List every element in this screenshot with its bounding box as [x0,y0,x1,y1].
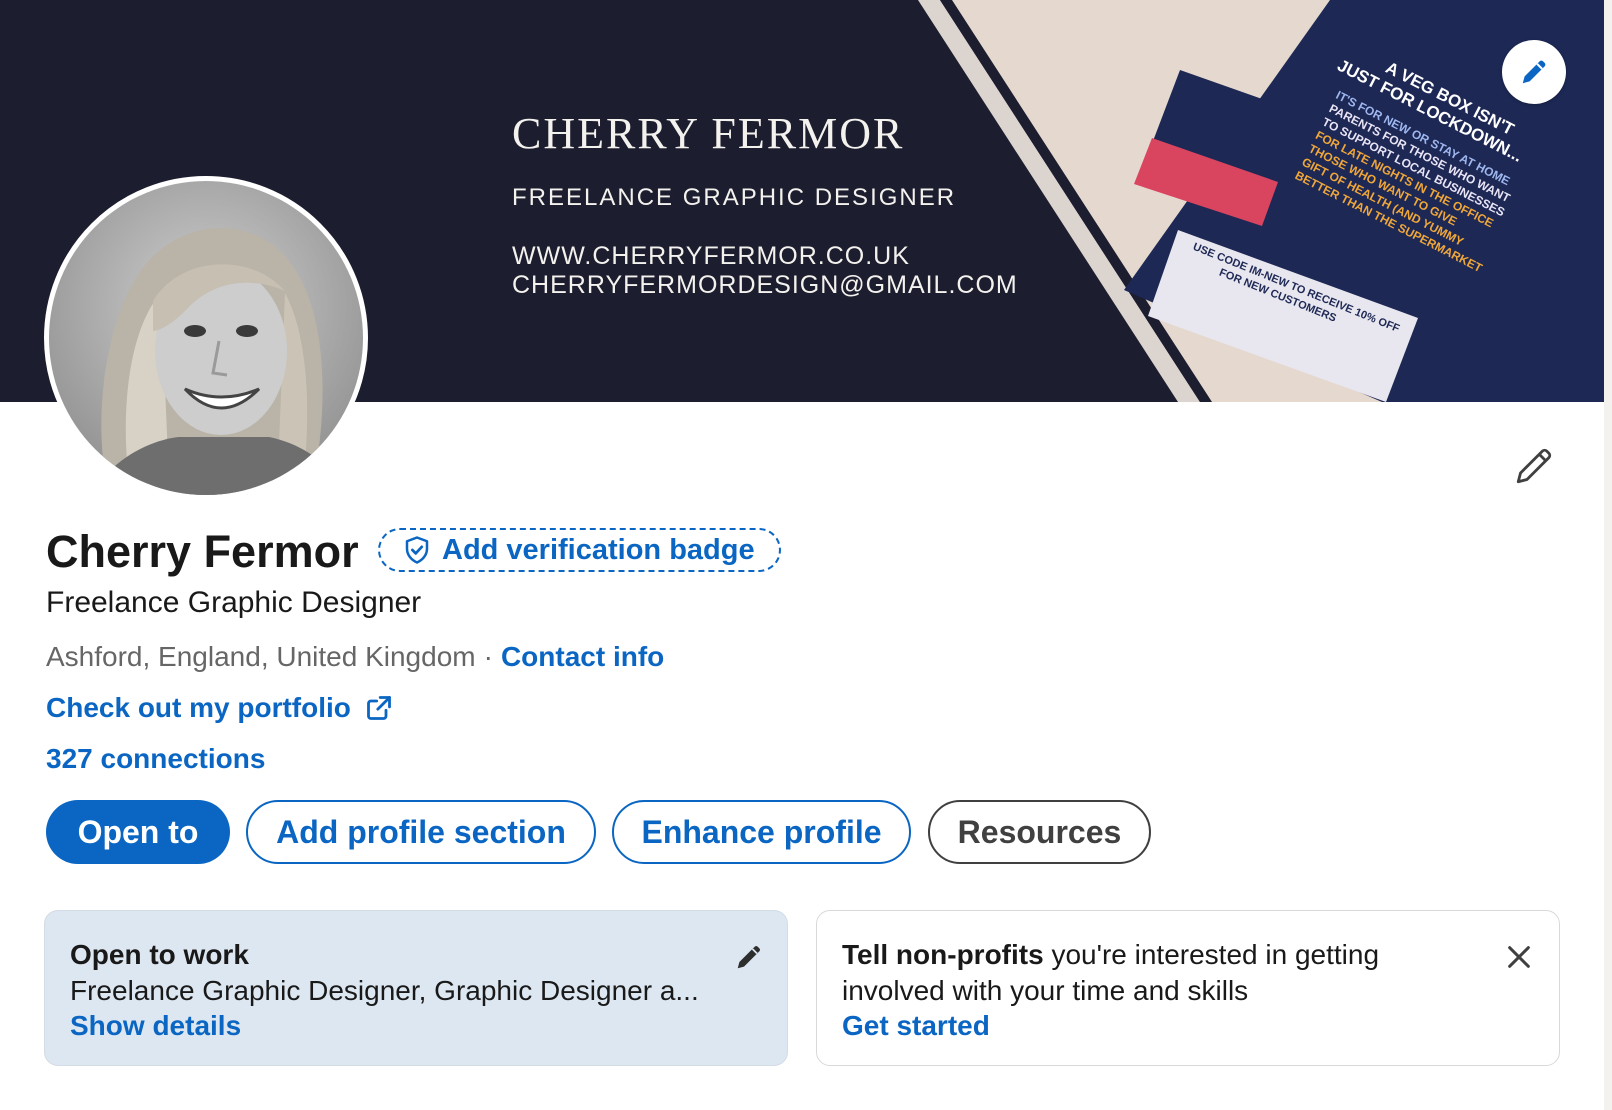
nonprofit-rest: you're interested in getting [1043,939,1380,970]
edit-intro-button[interactable] [1508,440,1560,492]
verification-label: Add verification badge [442,533,755,566]
separator-dot: · [483,641,493,672]
nonprofit-card: Tell non-profits you're interested in ge… [816,910,1560,1066]
banner-role-text: FREELANCE GRAPHIC DESIGNER [512,184,957,211]
profile-photo[interactable] [44,176,368,500]
open-to-work-card[interactable]: Open to work Freelance Graphic Designer,… [44,910,788,1066]
portfolio-label: Check out my portfolio [46,692,351,723]
open-to-work-title: Open to work [70,939,249,970]
pencil-icon [1522,60,1546,84]
connections-link[interactable]: 327 connections [46,743,265,775]
show-details-link[interactable]: Show details [70,1010,241,1042]
edit-banner-button[interactable] [1502,40,1566,104]
resources-button[interactable]: Resources [928,800,1151,864]
nonprofit-message-line2: involved with your time and skills [842,975,1249,1006]
edit-open-to-work-button[interactable] [729,937,769,977]
pencil-icon [737,946,760,969]
banner-website-text: WWW.CHERRYFERMOR.CO.UK [512,242,910,270]
dismiss-button[interactable] [1497,935,1541,979]
add-profile-section-button[interactable]: Add profile section [246,800,596,864]
profile-name: Cherry Fermor [46,526,359,577]
add-verification-badge-button[interactable]: Add verification badge [378,528,781,572]
profile-top-card: CHERRY FERMOR FREELANCE GRAPHIC DESIGNER… [0,0,1604,1110]
get-started-link[interactable]: Get started [842,1010,990,1042]
pencil-icon [1516,448,1552,484]
location-line: Ashford, England, United Kingdom · Conta… [46,641,664,673]
open-to-button[interactable]: Open to [46,800,230,864]
shield-check-icon [405,536,429,564]
profile-headline: Freelance Graphic Designer [46,586,422,619]
profile-location: Ashford, England, United Kingdom [46,641,476,672]
nonprofit-bold: Tell non-profits [842,939,1044,970]
banner-email-text: CHERRYFERMORDESIGN@GMAIL.COM [512,271,1018,299]
close-icon [1508,946,1530,968]
enhance-profile-button[interactable]: Enhance profile [612,800,911,864]
contact-info-link[interactable]: Contact info [501,641,664,673]
nonprofit-message: Tell non-profits you're interested in ge… [842,939,1379,971]
external-link-icon [367,696,391,720]
avatar-image [49,181,363,495]
banner-name-text: CHERRY FERMOR [512,109,905,158]
portfolio-link[interactable]: Check out my portfolio [46,692,393,724]
open-to-work-description: Freelance Graphic Designer, Graphic Desi… [70,975,699,1006]
